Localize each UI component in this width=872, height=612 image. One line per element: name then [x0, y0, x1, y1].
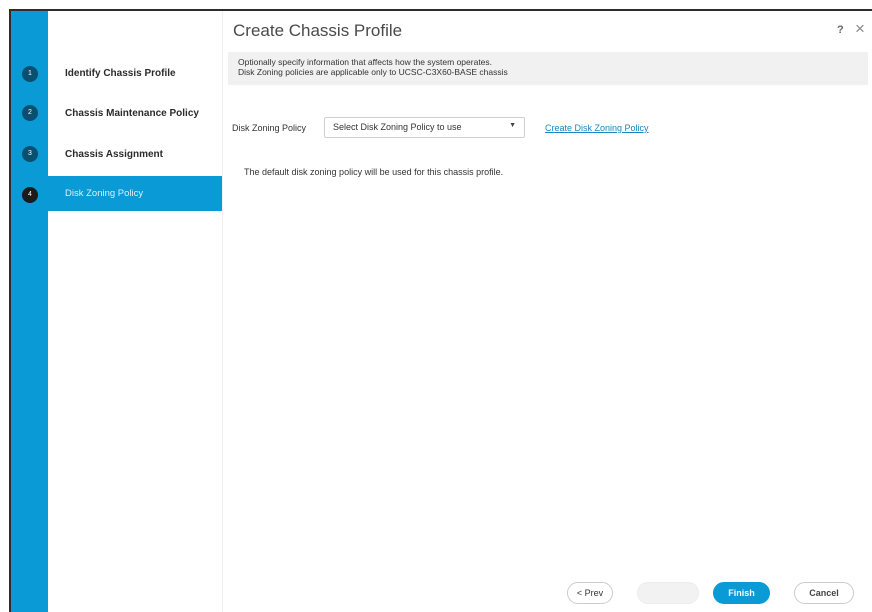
- dialog-content: Create Chassis Profile ? × Optionally sp…: [222, 11, 872, 612]
- disk-zoning-policy-select[interactable]: Select Disk Zoning Policy to use ▼: [324, 117, 525, 138]
- caret-down-icon: ▼: [509, 122, 516, 129]
- step-number-2[interactable]: 2: [22, 105, 38, 121]
- step-rail: [11, 11, 48, 612]
- info-line-2: Disk Zoning policies are applicable only…: [238, 67, 508, 77]
- cancel-button[interactable]: Cancel: [794, 582, 854, 604]
- step-identify-chassis-profile[interactable]: Identify Chassis Profile: [48, 54, 222, 92]
- step-label: Chassis Assignment: [65, 148, 163, 160]
- select-value: Select Disk Zoning Policy to use: [333, 122, 462, 132]
- dialog-title: Create Chassis Profile: [233, 21, 403, 40]
- info-line-1: Optionally specify information that affe…: [238, 57, 493, 67]
- step-label: Disk Zoning Policy: [65, 188, 144, 199]
- create-disk-zoning-policy-link[interactable]: Create Disk Zoning Policy: [545, 123, 649, 133]
- wizard-steps-nav: Identify Chassis Profile Chassis Mainten…: [48, 11, 222, 612]
- default-policy-note: The default disk zoning policy will be u…: [244, 167, 504, 177]
- step-chassis-maintenance-policy[interactable]: Chassis Maintenance Policy: [48, 94, 222, 132]
- help-icon[interactable]: ?: [837, 24, 844, 36]
- disk-zoning-policy-label: Disk Zoning Policy: [232, 123, 307, 133]
- next-button[interactable]: [637, 582, 699, 604]
- step-label: Identify Chassis Profile: [65, 67, 176, 79]
- close-icon[interactable]: ×: [855, 20, 865, 37]
- step-number-1[interactable]: 1: [22, 66, 38, 82]
- step-disk-zoning-policy[interactable]: Disk Zoning Policy: [48, 176, 222, 211]
- step-label: Chassis Maintenance Policy: [65, 107, 199, 119]
- step-number-4[interactable]: 4: [22, 187, 38, 203]
- step-number-3[interactable]: 3: [22, 146, 38, 162]
- finish-button[interactable]: Finish: [713, 582, 770, 604]
- step-chassis-assignment[interactable]: Chassis Assignment: [48, 135, 222, 173]
- prev-button[interactable]: < Prev: [567, 582, 613, 604]
- info-box: Optionally specify information that affe…: [228, 52, 868, 85]
